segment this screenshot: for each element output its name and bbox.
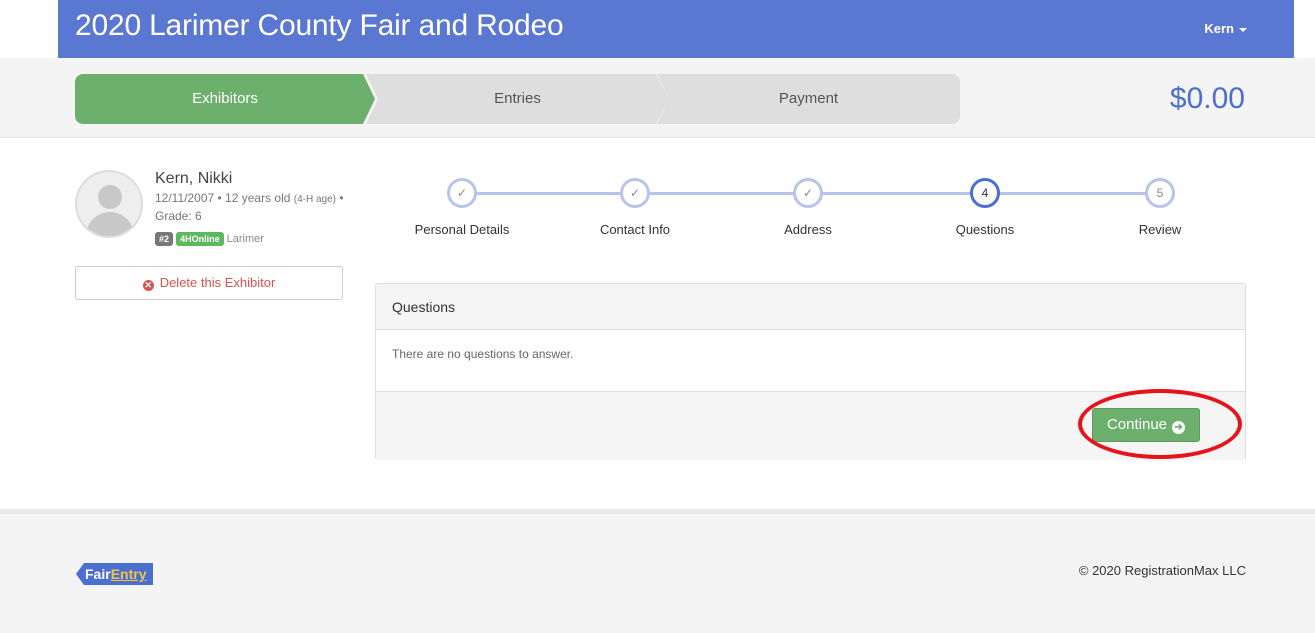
logo-word-entry: Entry <box>110 566 147 582</box>
delete-exhibitor-label: Delete this Exhibitor <box>159 275 276 290</box>
cart-total: $0.00 <box>1169 82 1245 115</box>
wizard-step-4-label: Questions <box>955 222 1015 237</box>
questions-panel: Questions There are no questions to answ… <box>375 283 1246 460</box>
exhibitor-number-badge: #2 <box>155 232 174 246</box>
wizard-step-3-check-icon[interactable]: ✓ <box>793 178 823 208</box>
user-menu[interactable]: Kern <box>1204 21 1247 36</box>
wizard-step-1-check-icon[interactable]: ✓ <box>447 178 477 208</box>
avatar <box>75 170 143 238</box>
continue-label: Continue <box>1106 416 1168 433</box>
page-footer: FairEntry © 2020 RegistrationMax LLC <box>0 509 1315 633</box>
wizard-step-3-label: Address <box>784 222 832 237</box>
fairentry-logo[interactable]: FairEntry <box>76 563 154 585</box>
exhibitor-birthdate: 12/11/2007 <box>155 191 215 205</box>
logo-word-fair: Fair <box>85 566 111 582</box>
questions-panel-footer: Continue ➜ <box>376 391 1245 460</box>
user-name: Kern <box>1204 21 1234 36</box>
caret-down-icon <box>1239 27 1247 32</box>
remove-circle-icon: ✕ <box>142 280 154 291</box>
continue-button[interactable]: Continue ➜ <box>1092 408 1200 442</box>
wizard-step-2-check-icon[interactable]: ✓ <box>620 178 650 208</box>
step-exhibitors[interactable]: Exhibitors <box>75 74 375 124</box>
exhibitor-grade: Grade: 6 <box>155 209 202 223</box>
exhibitor-name: Kern, Nikki <box>155 170 233 187</box>
registration-wizard: ✓ Personal Details ✓ Contact Info ✓ Addr… <box>380 172 1240 242</box>
wizard-step-1-label: Personal Details <box>414 222 510 237</box>
avatar-body <box>86 212 134 236</box>
questions-heading: Questions <box>376 284 1245 330</box>
copyright-text: © 2020 RegistrationMax LLC <box>1078 563 1246 578</box>
top-header: 2020 Larimer County Fair and Rodeo Kern <box>58 0 1294 58</box>
exhibitor-county: Larimer <box>226 232 264 245</box>
progress-band: Exhibitors Entries Payment $0.00 <box>0 58 1315 138</box>
exhibitor-age: 12 years old <box>225 191 291 205</box>
avatar-head <box>98 185 122 209</box>
step-entries[interactable]: Entries <box>366 74 669 124</box>
exhibitor-age-note: (4-H age) <box>293 194 337 205</box>
questions-empty-message: There are no questions to answer. <box>392 347 574 361</box>
wizard-step-5-marker[interactable]: 5 <box>1145 178 1175 208</box>
step-payment[interactable]: Payment <box>657 74 960 124</box>
delete-exhibitor-button[interactable]: ✕ Delete this Exhibitor <box>75 266 343 300</box>
checkout-steps: Exhibitors Entries Payment <box>75 74 960 124</box>
wizard-step-5-label: Review <box>1138 222 1182 237</box>
exhibitor-details: 12/11/2007 • 12 years old (4-H age) • Gr… <box>155 191 344 223</box>
wizard-step-4-marker[interactable]: 4 <box>970 178 1000 208</box>
wizard-step-2-label: Contact Info <box>599 222 671 237</box>
app-title[interactable]: 2020 Larimer County Fair and Rodeo <box>75 9 564 43</box>
source-badge: 4HOnline <box>176 232 224 246</box>
exhibitor-badges: #2 4HOnline Larimer <box>155 232 264 246</box>
arrow-right-circle-icon: ➜ <box>1172 421 1186 434</box>
